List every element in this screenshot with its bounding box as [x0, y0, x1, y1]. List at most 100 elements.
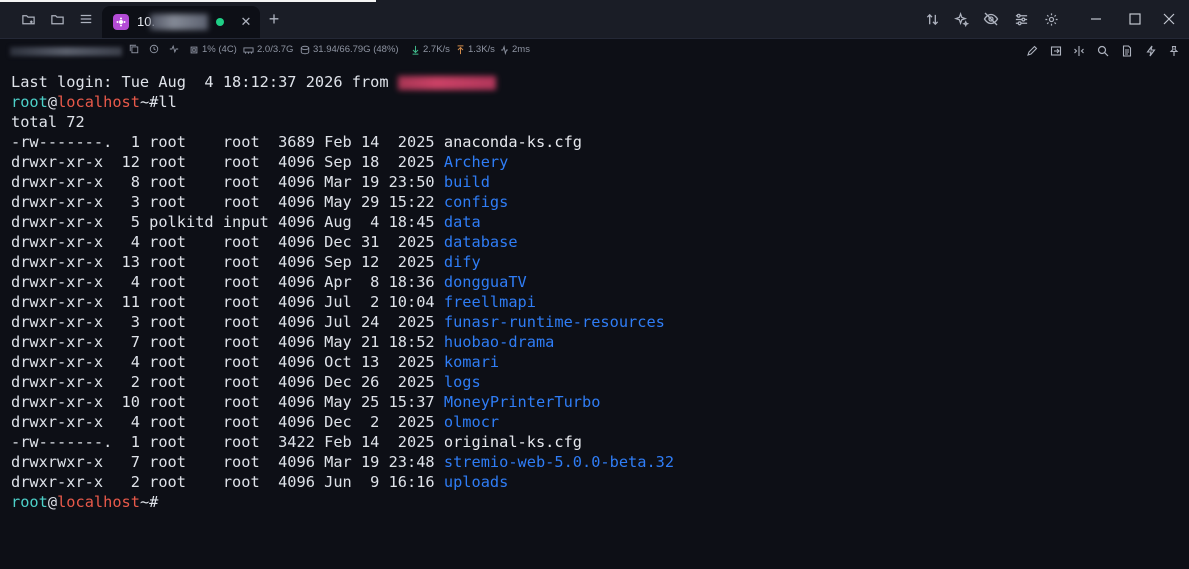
upload-speed: 1.3K/s [468, 44, 495, 55]
file-name[interactable]: original-ks.cfg [444, 433, 582, 451]
list-item: drwxr-xr-x 4 root root 4096 Apr 8 18:36 … [11, 272, 527, 292]
directory-name[interactable]: build [444, 173, 490, 191]
command-text: ll [158, 93, 177, 111]
total-line: total 72 [11, 113, 85, 131]
list-item: drwxr-xr-x 2 root root 4096 Jun 9 16:16 … [11, 472, 508, 492]
directory-name[interactable]: komari [444, 353, 499, 371]
list-item: drwxr-xr-x 4 root root 4096 Dec 31 2025 … [11, 232, 518, 252]
directory-name[interactable]: olmocr [444, 413, 499, 431]
disk-usage: 31.94/66.79G (48%) [313, 44, 399, 55]
list-item: -rw-------. 1 root root 3422 Feb 14 2025… [11, 432, 582, 452]
cursor [158, 494, 167, 511]
list-item: drwxr-xr-x 2 root root 4096 Dec 26 2025 … [11, 372, 481, 392]
sort-icon[interactable] [922, 9, 942, 29]
eye-off-icon[interactable] [981, 9, 1001, 29]
cpu-icon [190, 46, 198, 53]
prompt-at: @ [47, 493, 58, 511]
disk-icon [300, 45, 310, 54]
list-item: drwxr-xr-x 3 root root 4096 May 29 15:22… [11, 192, 508, 212]
file-metadata: drwxr-xr-x 4 root root 4096 Oct 13 2025 [11, 353, 444, 371]
prompt-user: root [11, 493, 48, 511]
prompt-user: root [11, 93, 48, 111]
prompt-host: localhost [57, 93, 140, 111]
file-metadata: -rw-------. 1 root root 3422 Feb 14 2025 [11, 433, 444, 451]
terminal-output[interactable]: Last login: Tue Aug 4 18:12:37 2026 from… [0, 63, 1189, 569]
list-item: drwxr-xr-x 4 root root 4096 Oct 13 2025 … [11, 352, 499, 372]
download-speed: 2.7K/s [423, 44, 450, 55]
file-metadata: drwxr-xr-x 2 root root 4096 Jun 9 16:16 [11, 473, 444, 491]
search-icon[interactable] [1095, 43, 1111, 59]
settings-icon[interactable] [1041, 9, 1061, 29]
maximize-button[interactable] [1125, 9, 1145, 29]
upload-arrow-icon [457, 44, 464, 54]
directory-name[interactable]: database [444, 233, 518, 251]
prompt-line-active[interactable]: root@localhost~# [11, 492, 167, 512]
directory-name[interactable]: dongguaTV [444, 273, 527, 291]
sliders-icon[interactable] [1011, 9, 1031, 29]
list-item: drwxrwxr-x 7 root root 4096 Mar 19 23:48… [11, 452, 674, 472]
pin-icon[interactable] [1166, 43, 1182, 59]
file-metadata: drwxr-xr-x 5 polkitd input 4096 Aug 4 18… [11, 213, 444, 231]
close-window-button[interactable] [1159, 9, 1179, 29]
file-metadata: drwxr-xr-x 11 root root 4096 Jul 2 10:04 [11, 293, 444, 311]
directory-name[interactable]: dify [444, 253, 481, 271]
new-folder-icon[interactable] [18, 9, 38, 29]
directory-name[interactable]: logs [444, 373, 481, 391]
window-edge [0, 0, 376, 2]
sparkle-icon[interactable] [951, 9, 971, 29]
activity-icon [169, 44, 179, 54]
disk-stat: 31.94/66.79G (48%) [300, 44, 399, 55]
copy-icon[interactable] [129, 44, 139, 54]
memory-usage: 2.0/3.7G [257, 44, 294, 55]
directory-name[interactable]: MoneyPrinterTurbo [444, 393, 601, 411]
directory-name[interactable]: configs [444, 193, 508, 211]
tab-session[interactable]: 10. ✕ [102, 6, 260, 38]
file-metadata: -rw-------. 1 root root 3689 Feb 14 2025 [11, 133, 444, 151]
prompt-path: ~# [139, 493, 159, 511]
import-icon[interactable] [1048, 43, 1064, 59]
list-item: -rw-------. 1 root root 3689 Feb 14 2025… [11, 132, 582, 152]
list-item: drwxr-xr-x 4 root root 4096 Dec 2 2025 o… [11, 412, 499, 432]
menu-icon[interactable] [76, 9, 96, 29]
cpu-usage: 1% (4C) [202, 44, 237, 55]
add-tab-button[interactable]: + [264, 9, 284, 29]
directory-name[interactable]: data [444, 213, 481, 231]
list-item: drwxr-xr-x 5 polkitd input 4096 Aug 4 18… [11, 212, 481, 232]
document-icon[interactable] [1119, 43, 1135, 59]
redacted-ip [397, 75, 496, 90]
directory-name[interactable]: funasr-runtime-resources [444, 313, 665, 331]
list-item: drwxr-xr-x 13 root root 4096 Sep 12 2025… [11, 252, 481, 272]
directory-name[interactable]: freellmapi [444, 293, 536, 311]
pen-icon[interactable] [1024, 43, 1040, 59]
file-metadata: drwxr-xr-x 13 root root 4096 Sep 12 2025 [11, 253, 444, 271]
file-name[interactable]: anaconda-ks.cfg [444, 133, 582, 151]
memory-icon [243, 46, 254, 54]
list-item: drwxr-xr-x 7 root root 4096 May 21 18:52… [11, 332, 554, 352]
server-icon [113, 14, 129, 30]
minimize-button[interactable] [1086, 9, 1106, 29]
prompt-at: @ [47, 93, 58, 111]
upload-stat: 1.3K/s [456, 44, 495, 55]
redacted-host [150, 14, 208, 30]
prompt-line: root@localhost~#ll [11, 92, 177, 112]
latency-value: 2ms [512, 44, 530, 55]
split-icon[interactable] [1071, 43, 1087, 59]
list-item: drwxr-xr-x 12 root root 4096 Sep 18 2025… [11, 152, 508, 172]
list-item: drwxr-xr-x 8 root root 4096 Mar 19 23:50… [11, 172, 490, 192]
bolt-icon[interactable] [1143, 43, 1159, 59]
file-metadata: drwxr-xr-x 4 root root 4096 Dec 2 2025 [11, 413, 444, 431]
close-tab-icon[interactable]: ✕ [236, 12, 256, 32]
file-metadata: drwxr-xr-x 8 root root 4096 Mar 19 23:50 [11, 173, 444, 191]
directory-name[interactable]: huobao-drama [444, 333, 555, 351]
file-metadata: drwxrwxr-x 7 root root 4096 Mar 19 23:48 [11, 453, 444, 471]
directory-name[interactable]: stremio-web-5.0.0-beta.32 [444, 453, 674, 471]
folder-icon[interactable] [47, 9, 67, 29]
file-metadata: drwxr-xr-x 4 root root 4096 Dec 31 2025 [11, 233, 444, 251]
directory-name[interactable]: uploads [444, 473, 508, 491]
redacted-host-address [10, 47, 122, 56]
cpu-stat: 1% (4C) [189, 44, 237, 55]
title-bar: 10. ✕ + [0, 0, 1189, 39]
directory-name[interactable]: Archery [444, 153, 508, 171]
prompt-path: ~# [139, 93, 159, 111]
latency-stat: 2ms [500, 44, 530, 55]
